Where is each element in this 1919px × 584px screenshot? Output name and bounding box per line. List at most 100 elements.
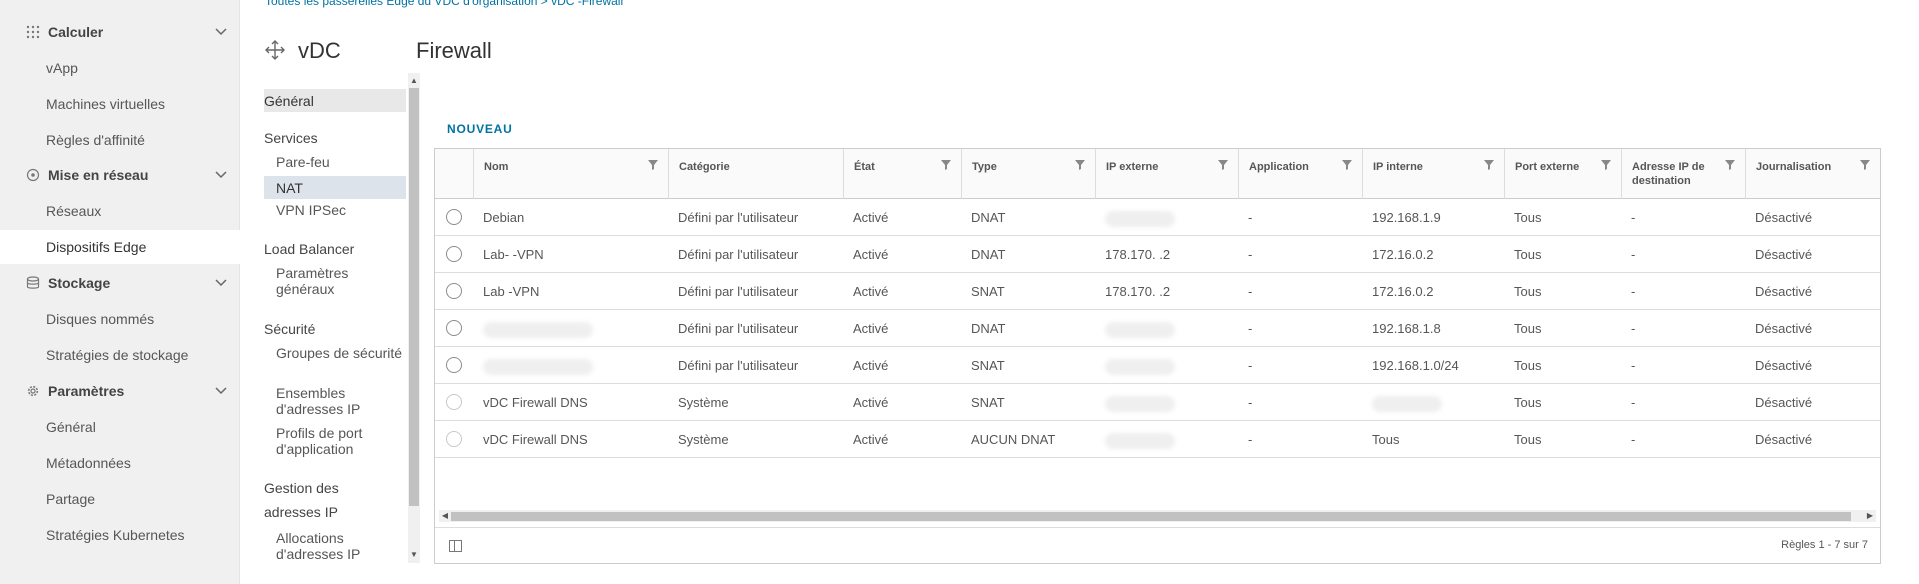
cell-adresse-destination: - — [1621, 199, 1745, 236]
table-row[interactable]: Debian Défini par l'utilisateur Activé DNAT… — [435, 199, 1880, 236]
breadcrumb[interactable]: Toutes les passerelles Edge du VDC d'org… — [265, 0, 623, 8]
cell-etat: Activé — [843, 421, 961, 458]
row-select-radio[interactable] — [446, 209, 462, 225]
column-header-journalisation[interactable]: Journalisation — [1745, 149, 1880, 199]
table-row[interactable]: vDC Firewall DNS Système Activé SNAT - Tous - D… — [435, 384, 1880, 421]
filter-icon[interactable] — [1484, 160, 1494, 170]
scroll-left-arrow-icon[interactable]: ◀ — [439, 510, 451, 522]
column-header-label: Catégorie — [679, 161, 730, 173]
column-header-type[interactable]: Type — [961, 149, 1095, 199]
scroll-down-arrow-icon[interactable]: ▼ — [408, 549, 420, 561]
cell-ip-externe — [1095, 384, 1238, 421]
scrollbar-thumb[interactable] — [451, 512, 1851, 521]
filter-icon[interactable] — [1725, 160, 1735, 170]
nav-item-strategies-kubernetes[interactable]: Stratégies Kubernetes — [0, 518, 240, 552]
column-header-ip-interne[interactable]: IP interne — [1362, 149, 1504, 199]
column-header-ip-externe[interactable]: IP externe — [1095, 149, 1238, 199]
table-row[interactable]: Lab -VPN Défini par l'utilisateur Activé SN… — [435, 273, 1880, 310]
nav-item-disques-nommes[interactable]: Disques nommés — [0, 302, 240, 336]
filter-icon[interactable] — [1342, 160, 1352, 170]
column-header-port-externe[interactable]: Port externe — [1504, 149, 1621, 199]
cell-ip-interne — [1362, 384, 1504, 421]
cell-text: - — [1248, 432, 1253, 447]
row-select-radio[interactable] — [446, 283, 462, 299]
nat-rules-datagrid: Nom Catégorie État Type IP externe Appli… — [434, 148, 1881, 564]
nav-group-stockage[interactable]: Stockage — [0, 268, 240, 298]
chevron-down-icon[interactable] — [214, 25, 228, 39]
column-header-application[interactable]: Application — [1238, 149, 1362, 199]
redacted-value — [1105, 395, 1175, 412]
subnav-item-allocations-ip[interactable]: Allocations d'adresses IP — [276, 530, 404, 562]
cell-text: - — [1631, 321, 1636, 336]
chevron-down-icon[interactable] — [214, 276, 228, 290]
subnav-item-vpn-ipsec[interactable]: VPN IPSec — [276, 202, 404, 218]
table-row[interactable]: Défini par l'utilisateur Activé SNAT - 192.1… — [435, 347, 1880, 384]
nav-group-parametres[interactable]: Paramètres — [0, 376, 240, 406]
subnav-item-nat[interactable]: NAT — [264, 176, 406, 199]
cell-nom — [473, 347, 668, 384]
subnav-item-parametres-generaux[interactable]: Paramètres généraux — [276, 265, 404, 297]
nav-item-partage[interactable]: Partage — [0, 482, 240, 516]
column-header-label: État — [854, 161, 875, 173]
subnav-item-pare-feu[interactable]: Pare-feu — [276, 154, 404, 170]
table-row[interactable]: Défini par l'utilisateur Activé DNAT - 192.1… — [435, 310, 1880, 347]
column-header-categorie[interactable]: Catégorie — [668, 149, 843, 199]
row-select-radio[interactable] — [446, 246, 462, 262]
nav-item-dispositifs-edge[interactable]: Dispositifs Edge — [0, 230, 240, 264]
nav-group-mise-en-reseau[interactable]: Mise en réseau — [0, 160, 240, 190]
filter-icon[interactable] — [1601, 160, 1611, 170]
filter-icon[interactable] — [648, 160, 658, 170]
row-select-radio[interactable] — [446, 357, 462, 373]
nav-group-calculer[interactable]: Calculer — [0, 17, 240, 47]
cell-ip-interne: 172.16.0.2 — [1362, 236, 1504, 273]
horizontal-scrollbar[interactable]: ◀ ▶ — [439, 510, 1876, 522]
cell-type: AUCUN DNAT — [961, 421, 1095, 458]
subnav-item-general[interactable]: Général — [264, 89, 406, 112]
column-toggle-icon[interactable] — [449, 540, 462, 552]
cell-type: SNAT — [961, 384, 1095, 421]
cell-text: - — [1248, 321, 1253, 336]
gear-icon — [25, 383, 41, 399]
nav-item-machines-virtuelles[interactable]: Machines virtuelles — [0, 87, 240, 121]
nav-item-regles-affinite[interactable]: Règles d'affinité — [0, 123, 240, 157]
row-select-radio[interactable] — [446, 320, 462, 336]
cell-etat: Activé — [843, 310, 961, 347]
cell-adresse-destination: - — [1621, 384, 1745, 421]
cell-text: Défini par l'utilisateur — [678, 284, 799, 299]
subnav-item-ensembles-ip[interactable]: Ensembles d'adresses IP — [276, 385, 404, 417]
new-rule-button[interactable]: NOUVEAU — [447, 122, 513, 136]
subnav-category-securite: Sécurité — [264, 321, 316, 337]
subnav-item-groupes-securite[interactable]: Groupes de sécurité — [276, 345, 404, 361]
cell-text: - — [1248, 284, 1253, 299]
nav-item-reseaux[interactable]: Réseaux — [0, 194, 240, 228]
subnav-item-profils-port[interactable]: Profils de port d'application — [276, 425, 404, 457]
cell-port-externe: Tous — [1504, 310, 1621, 347]
cell-etat: Activé — [843, 273, 961, 310]
scroll-up-arrow-icon[interactable]: ▲ — [408, 75, 420, 87]
nav-item-vapp[interactable]: vApp — [0, 51, 240, 85]
filter-icon[interactable] — [1218, 160, 1228, 170]
cell-application: - — [1238, 310, 1362, 347]
column-header-etat[interactable]: État — [843, 149, 961, 199]
nav-group-label: Paramètres — [48, 383, 125, 399]
nav-item-metadonnees[interactable]: Métadonnées — [0, 446, 240, 480]
table-row[interactable]: Lab- -VPN Défini par l'utilisateur Activé D… — [435, 236, 1880, 273]
redacted-value — [1372, 395, 1442, 412]
scrollbar-thumb[interactable] — [409, 88, 419, 506]
redacted-value — [1105, 432, 1175, 449]
column-header-nom[interactable]: Nom — [473, 149, 668, 199]
filter-icon[interactable] — [941, 160, 951, 170]
cell-journalisation: Désactivé — [1745, 273, 1880, 310]
filter-icon[interactable] — [1860, 160, 1870, 170]
table-row[interactable]: vDC Firewall DNS Système Activé AUCUN DNAT -… — [435, 421, 1880, 458]
subnav-scrollbar[interactable]: ▲ ▼ — [408, 73, 420, 563]
chevron-down-icon[interactable] — [214, 168, 228, 182]
filter-icon[interactable] — [1075, 160, 1085, 170]
chevron-down-icon[interactable] — [214, 384, 228, 398]
nav-item-general[interactable]: Général — [0, 410, 240, 444]
scroll-right-arrow-icon[interactable]: ▶ — [1864, 510, 1876, 522]
column-header-adresse-destination[interactable]: Adresse IP de destination — [1621, 149, 1745, 199]
cell-nom: Lab -VPN — [473, 273, 668, 310]
cell-port-externe: Tous — [1504, 236, 1621, 273]
nav-item-strategies-stockage[interactable]: Stratégies de stockage — [0, 338, 240, 372]
